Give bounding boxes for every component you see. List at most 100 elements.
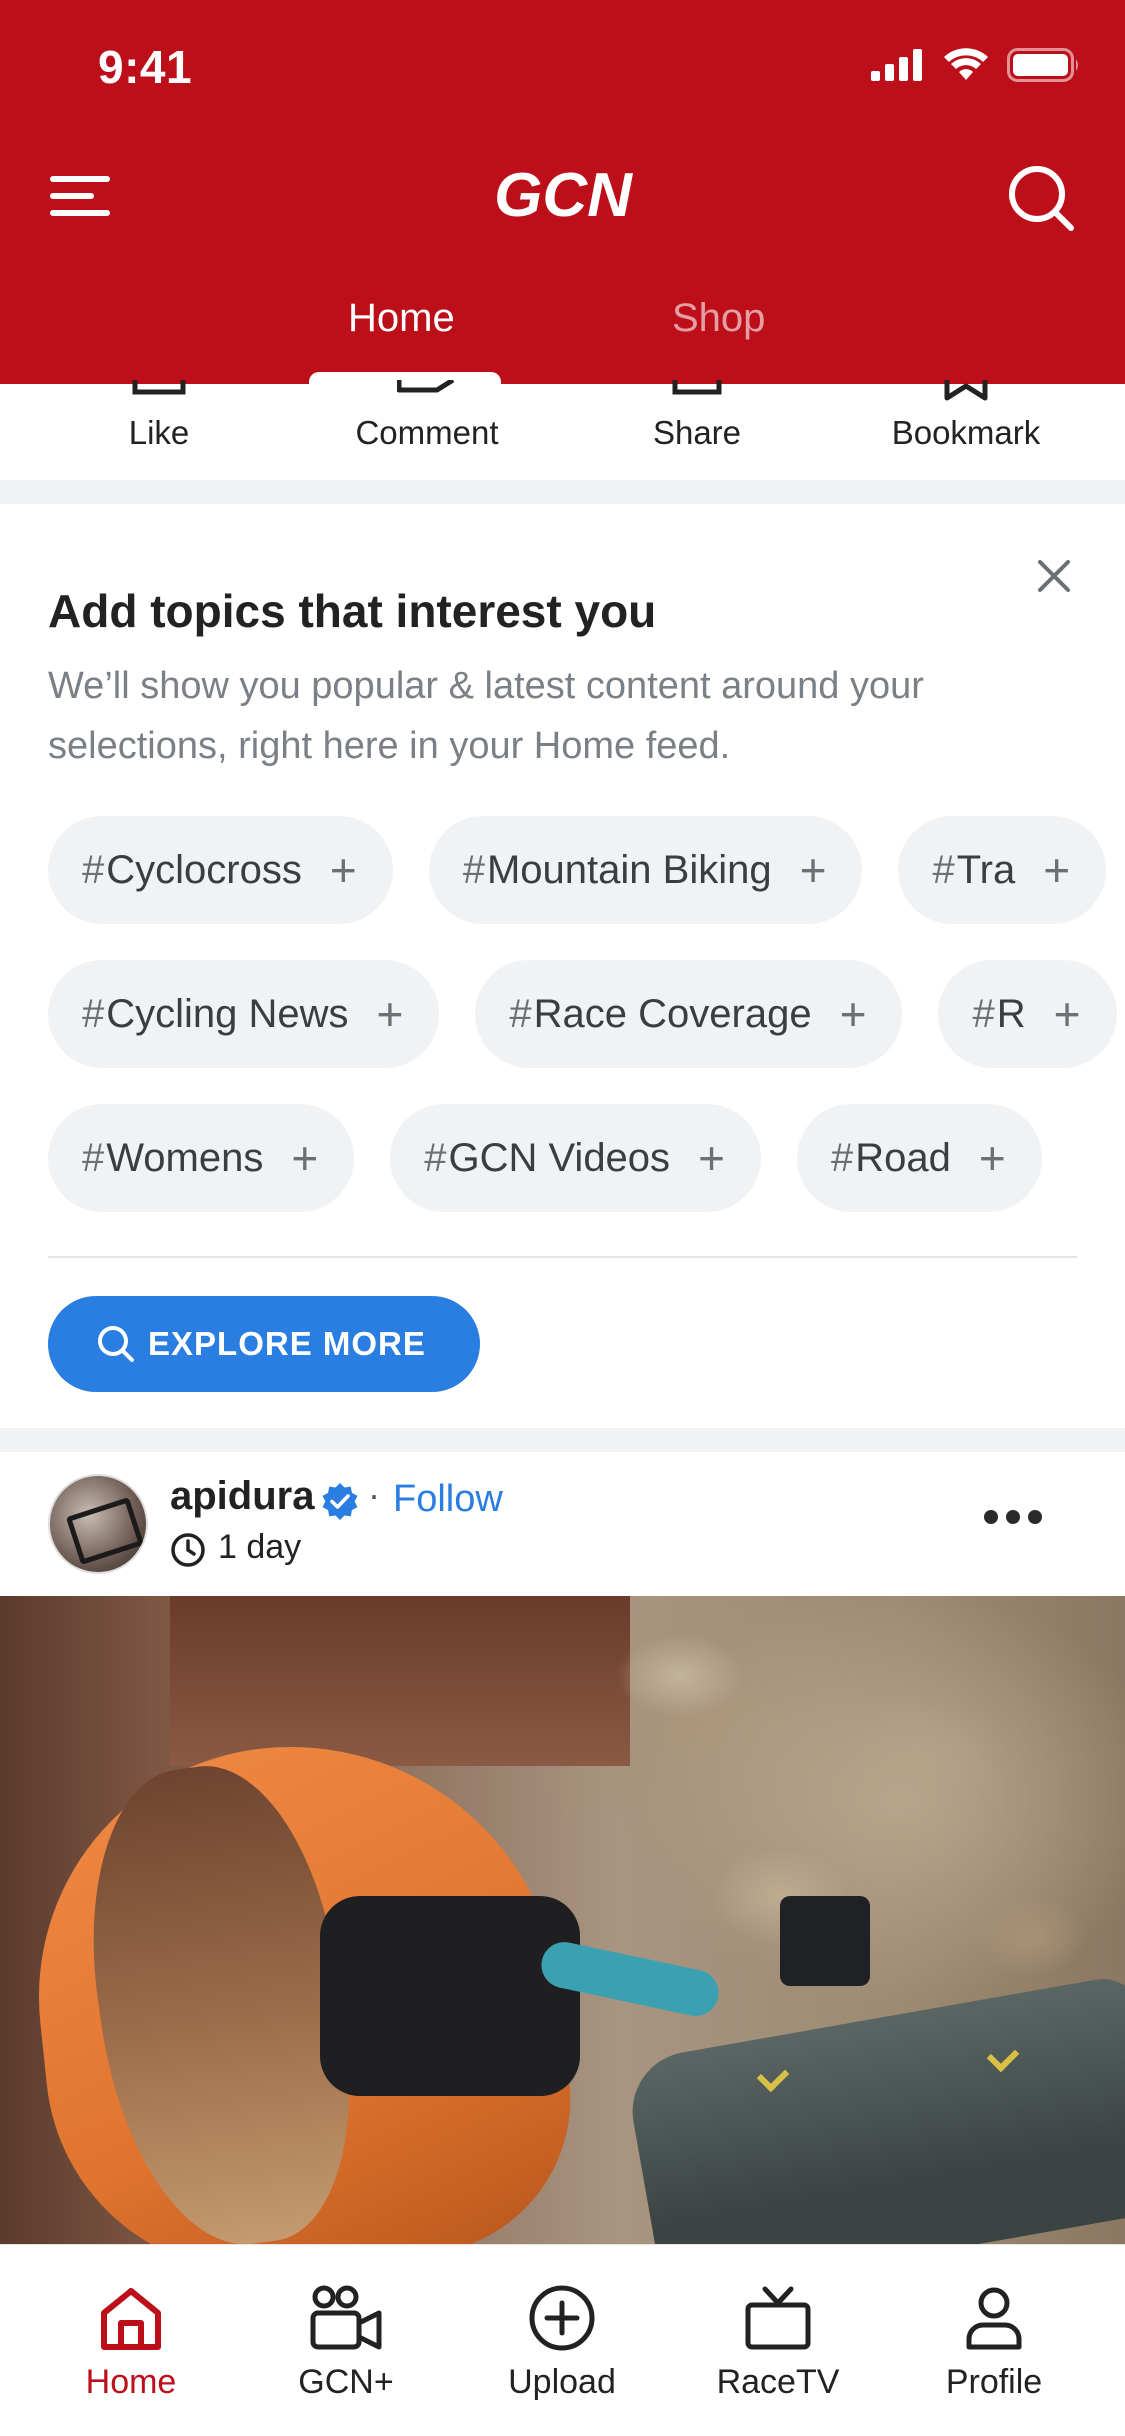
- close-icon[interactable]: [1034, 556, 1074, 596]
- bookmark-icon: [944, 380, 988, 401]
- topic-chip-womens[interactable]: # Womens +: [48, 1104, 355, 1212]
- more-options-icon[interactable]: [984, 1510, 1042, 1524]
- nav-gcn-plus[interactable]: GCN+: [266, 2245, 426, 2436]
- image-detail-camera: [780, 1896, 870, 1986]
- share-button[interactable]: Share: [587, 380, 807, 480]
- section-separator: [0, 1428, 1125, 1452]
- wifi-icon: [944, 48, 988, 80]
- topic-chip-label: Womens: [106, 1135, 264, 1180]
- image-detail-bag: [320, 1896, 580, 2096]
- hash-icon: #: [972, 991, 995, 1036]
- hash-icon: #: [82, 1135, 105, 1180]
- menu-icon[interactable]: [48, 170, 112, 222]
- topic-chip-gcn-videos[interactable]: # GCN Videos +: [390, 1104, 761, 1212]
- plus-icon: +: [799, 844, 827, 896]
- post-username[interactable]: apidura: [170, 1474, 314, 1519]
- upload-icon: [529, 2285, 595, 2351]
- nav-racetv[interactable]: RaceTV: [698, 2245, 858, 2436]
- verified-badge-icon: [322, 1483, 358, 1520]
- profile-icon: [966, 2287, 1022, 2350]
- topic-chip-partial[interactable]: # Tra +: [898, 816, 1107, 924]
- status-time: 9:41: [98, 41, 193, 93]
- nav-upload[interactable]: Upload: [482, 2245, 642, 2436]
- plus-icon: +: [376, 988, 404, 1040]
- topic-chip-cycling-news[interactable]: # Cycling News +: [48, 960, 440, 1068]
- nav-home-label: Home: [85, 2363, 177, 2401]
- comment-button[interactable]: Comment: [317, 380, 537, 480]
- topic-row: # Cyclocross + # Mountain Biking + # Tra +: [48, 816, 1107, 924]
- topics-subtitle: We’ll show you popular & latest content …: [48, 665, 924, 767]
- cellular-signal-icon: [871, 49, 922, 81]
- like-icon: [132, 380, 186, 395]
- plus-icon: +: [978, 1132, 1006, 1184]
- topic-chip-mountain-biking[interactable]: # Mountain Biking +: [428, 816, 863, 924]
- comment-label: Comment: [355, 414, 499, 451]
- section-separator: [0, 480, 1125, 504]
- nav-profile[interactable]: Profile: [914, 2245, 1074, 2436]
- hash-icon: #: [82, 991, 105, 1036]
- topic-chip-label: Race Coverage: [533, 991, 812, 1036]
- plus-icon: +: [839, 988, 867, 1040]
- nav-home[interactable]: Home: [51, 2245, 211, 2436]
- topic-chip-label: R: [996, 991, 1026, 1036]
- logo-text: GCN: [494, 164, 633, 228]
- topic-chip-road[interactable]: # Road +: [796, 1104, 1042, 1212]
- post-age: 1 day: [218, 1528, 302, 1566]
- bookmark-button[interactable]: Bookmark: [856, 380, 1076, 480]
- topic-chip-label: Mountain Biking: [486, 847, 772, 892]
- divider: [48, 1256, 1077, 1258]
- home-icon: [101, 2288, 161, 2350]
- post-header: apidura · Follow 1 day: [0, 1452, 1125, 1596]
- status-icons: [871, 48, 1081, 82]
- topic-chip-label: Tra: [956, 847, 1016, 892]
- battery-icon: [1007, 48, 1078, 82]
- search-icon[interactable]: [1005, 162, 1077, 234]
- topic-chip-race-coverage[interactable]: # Race Coverage +: [475, 960, 903, 1068]
- app-header: 9:41 GCN Home Shop: [0, 0, 1125, 390]
- post-image[interactable]: [0, 1596, 1125, 2244]
- avatar[interactable]: [48, 1474, 148, 1574]
- topic-row: # Womens + # GCN Videos + # Road +: [48, 1104, 1042, 1212]
- explore-more-button[interactable]: EXPLORE MORE: [48, 1296, 480, 1392]
- hash-icon: #: [424, 1135, 447, 1180]
- gcn-plus-icon: [310, 2285, 382, 2350]
- topic-chip-label: Cycling News: [106, 991, 349, 1036]
- gcn-logo: GCN: [494, 164, 633, 228]
- plus-icon: +: [291, 1132, 319, 1184]
- topic-row: # Cycling News + # Race Coverage + # R +: [48, 960, 1117, 1068]
- tv-icon: [745, 2286, 811, 2350]
- hash-icon: #: [82, 847, 105, 892]
- tab-shop[interactable]: Shop: [672, 296, 765, 341]
- nav-racetv-label: RaceTV: [716, 2363, 840, 2401]
- like-label: Like: [128, 414, 190, 451]
- hash-icon: #: [509, 991, 532, 1036]
- topics-title: Add topics that interest you: [48, 585, 657, 637]
- nav-upload-label: Upload: [508, 2363, 616, 2401]
- post-action-bar: Like Comment Share Bookmark: [0, 380, 1125, 480]
- like-button[interactable]: Like: [49, 380, 269, 480]
- topic-chip-label: GCN Videos: [448, 1135, 671, 1180]
- topics-card: Add topics that interest you We’ll show …: [0, 504, 1125, 1428]
- hash-icon: #: [932, 847, 955, 892]
- plus-icon: +: [1053, 988, 1081, 1040]
- hash-icon: #: [830, 1135, 854, 1180]
- nav-gcn-plus-label: GCN+: [298, 2363, 394, 2401]
- follow-button[interactable]: Follow: [393, 1478, 503, 1521]
- nav-profile-label: Profile: [945, 2363, 1043, 2401]
- topic-chip-label: Road: [855, 1135, 951, 1180]
- plus-icon: +: [329, 844, 357, 896]
- separator-dot: ·: [368, 1474, 380, 1515]
- share-label: Share: [652, 414, 742, 451]
- tab-home[interactable]: Home: [348, 296, 455, 341]
- bottom-nav: Home GCN+ Upload RaceTV Profile: [0, 2244, 1125, 2436]
- bookmark-label: Bookmark: [891, 414, 1041, 451]
- explore-more-label: EXPLORE MORE: [148, 1325, 426, 1362]
- hash-icon: #: [462, 847, 485, 892]
- topic-chip-partial[interactable]: # R +: [938, 960, 1117, 1068]
- search-icon: [98, 1326, 134, 1362]
- topic-chip-label: Cyclocross: [106, 847, 302, 892]
- share-icon: [672, 380, 722, 395]
- topic-chip-cyclocross[interactable]: # Cyclocross +: [48, 816, 393, 924]
- plus-icon: +: [1043, 844, 1071, 896]
- clock-icon: [171, 1533, 205, 1567]
